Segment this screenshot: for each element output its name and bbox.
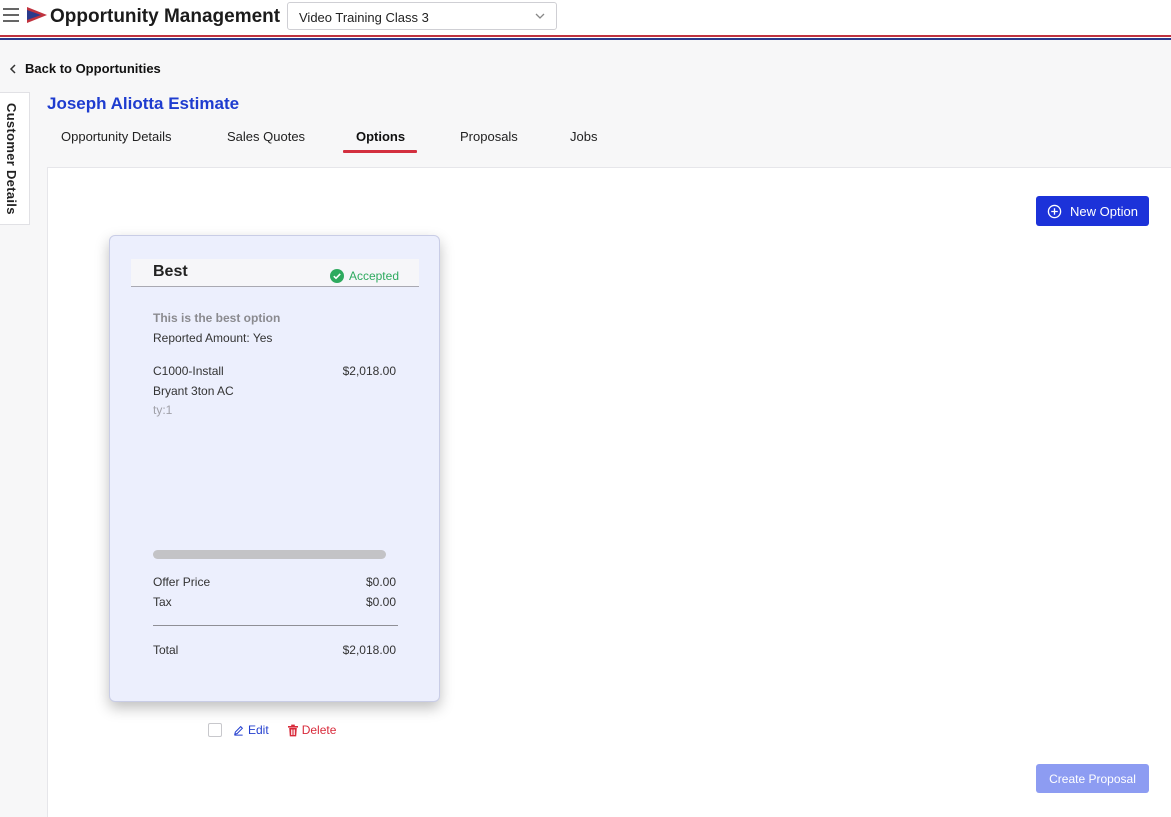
customer-details-side-tab[interactable]: Customer Details <box>0 92 30 225</box>
tab-jobs[interactable]: Jobs <box>570 129 597 144</box>
check-circle-icon <box>329 269 344 283</box>
status-badge: Accepted <box>329 269 399 283</box>
app-title: Opportunity Management <box>50 6 281 27</box>
class-select-value: Video Training Class 3 <box>299 10 429 25</box>
header-stripe-navy <box>0 38 1171 40</box>
status-label: Accepted <box>348 269 399 283</box>
chevron-down-icon <box>535 13 545 19</box>
tab-opportunity-details[interactable]: Opportunity Details <box>61 129 172 144</box>
offer-price-value: $0.00 <box>365 575 396 589</box>
offer-price-label: Offer Price <box>153 575 211 589</box>
options-panel: New Option Best Accepted This is the bes… <box>47 167 1171 817</box>
tab-proposals[interactable]: Proposals <box>460 129 518 144</box>
create-proposal-label: Create Proposal <box>1049 771 1136 786</box>
tab-options[interactable]: Options <box>356 129 405 144</box>
plus-circle-icon <box>1047 204 1062 218</box>
top-bar: Opportunity Management Video Training Cl… <box>0 0 1171 35</box>
class-select-dropdown[interactable]: Video Training Class 3 <box>287 2 557 30</box>
hamburger-menu-icon[interactable] <box>3 8 19 22</box>
tax-label: Tax <box>153 595 172 609</box>
create-proposal-button[interactable]: Create Proposal <box>1036 764 1149 793</box>
back-link-label: Back to Opportunities <box>25 61 161 76</box>
option-card[interactable]: Best Accepted This is the best option Re… <box>109 235 440 702</box>
back-to-opportunities-link[interactable]: Back to Opportunities <box>9 61 161 76</box>
option-description: This is the best option <box>153 311 281 325</box>
horizontal-scrollbar[interactable] <box>153 550 386 559</box>
active-tab-indicator <box>343 150 417 153</box>
trash-icon <box>287 724 298 736</box>
total-value: $2,018.00 <box>342 643 396 657</box>
line-item-description: Bryant 3ton AC <box>153 384 234 398</box>
option-name: Best <box>153 263 188 280</box>
line-item-amount: $2,018.00 <box>342 364 396 378</box>
reported-amount: Reported Amount: Yes <box>153 331 273 345</box>
logo-flag-icon <box>27 7 47 23</box>
delete-button[interactable]: Delete <box>287 723 337 737</box>
tax-value: $0.00 <box>365 595 396 609</box>
new-option-button[interactable]: New Option <box>1036 196 1149 226</box>
line-item-code: C1000-Install <box>153 364 224 378</box>
tab-sales-quotes[interactable]: Sales Quotes <box>227 129 305 144</box>
delete-label: Delete <box>301 723 337 737</box>
new-option-label: New Option <box>1070 203 1138 219</box>
total-label: Total <box>153 643 179 657</box>
line-item-qty: ty:1 <box>153 403 173 417</box>
option-card-header: Best Accepted <box>131 259 419 287</box>
estimate-title: Joseph Aliotta Estimate <box>47 94 240 113</box>
totals-divider <box>153 625 398 626</box>
side-tab-label: Customer Details <box>4 103 19 215</box>
pencil-icon <box>234 725 244 736</box>
edit-button[interactable]: Edit <box>233 723 269 737</box>
edit-label: Edit <box>248 723 269 737</box>
chevron-left-icon <box>9 63 16 74</box>
select-option-checkbox[interactable] <box>208 723 222 737</box>
option-card-actions: Edit Delete <box>208 723 336 737</box>
